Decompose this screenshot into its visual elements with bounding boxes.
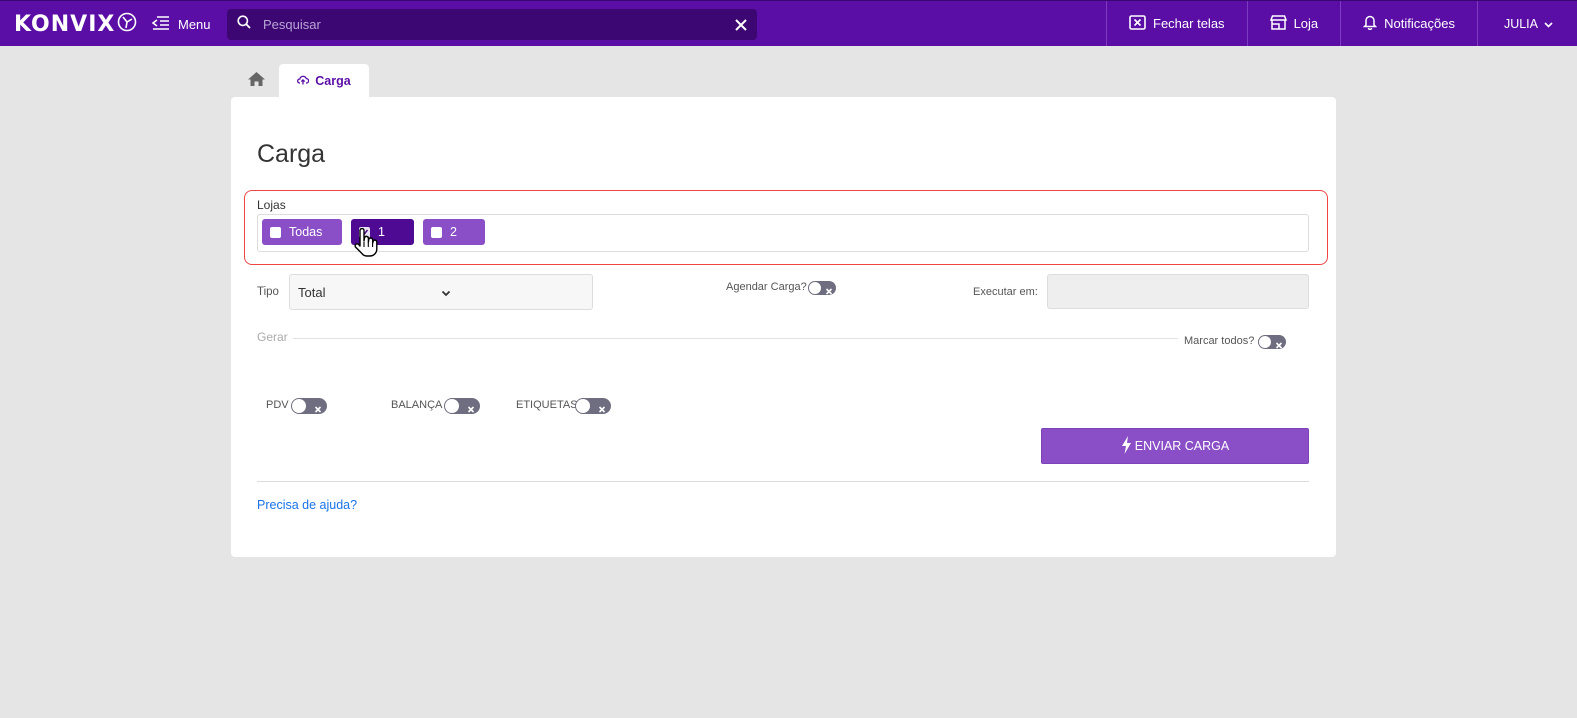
carga-card: Carga Lojas Todas 1 2 Tipo Total Agendar… [231,97,1336,557]
gerar-divider [293,338,1178,339]
marcar-todos-toggle[interactable] [1258,335,1286,349]
tipo-select[interactable]: Total [289,274,593,310]
tab-carga-label: Carga [315,74,351,88]
close-icon [598,401,606,419]
etiquetas-toggle[interactable] [575,398,611,414]
chip-label: Todas [289,225,323,239]
konvix-logo[interactable]: KONVIX [14,10,137,38]
pdv-label: PDV [266,399,289,411]
etiquetas-label: ETIQUETAS [516,399,578,411]
checkbox-2[interactable] [431,226,442,238]
hand-pointer-cursor-icon [353,227,379,263]
top-bar: KONVIX Menu Fechar telas Loja [0,0,1577,46]
lojas-label: Lojas [257,198,286,212]
agendar-carga-toggle[interactable] [808,281,836,295]
page-title: Carga [257,140,326,168]
gerar-label: Gerar [257,330,288,344]
toggle-knob [576,399,590,413]
chip-label: 1 [378,225,385,239]
notificacoes-button[interactable]: Notificações [1340,1,1477,46]
menu-button[interactable]: Menu [151,13,211,35]
fechar-telas-button[interactable]: Fechar telas [1106,1,1247,46]
help-link[interactable]: Precisa de ajuda? [257,498,357,512]
lojas-field [257,214,1309,252]
search-bar[interactable] [227,9,757,40]
loja-button[interactable]: Loja [1246,1,1341,46]
executar-em-label: Executar em: [973,286,1038,298]
close-icon [314,401,322,419]
top-right-actions: Fechar telas Loja Notificações JULIA [1106,1,1577,46]
user-menu[interactable]: JULIA [1476,1,1577,46]
tab-home[interactable] [242,68,270,94]
logo-compass-icon [117,12,137,37]
agendar-carga-label: Agendar Carga? [726,281,807,293]
close-icon [467,401,475,419]
chevron-down-icon [441,285,584,300]
chip-label: 2 [450,225,457,239]
home-icon [247,71,266,92]
tab-carga[interactable]: Carga [279,64,369,98]
loja-label: Loja [1293,16,1319,31]
user-name: JULIA [1503,16,1538,31]
close-icon [1275,337,1283,355]
store-icon [1269,14,1294,33]
checkbox-todas[interactable] [270,226,281,238]
menu-label: Menu [178,16,211,32]
fechar-telas-label: Fechar telas [1153,16,1225,31]
toggle-knob [292,399,306,413]
marcar-todos-label: Marcar todos? [1184,335,1255,347]
search-icon [237,15,251,34]
lightning-icon [1121,435,1135,457]
logo-text: KONVIX [14,11,116,37]
toggle-knob [445,399,459,413]
tipo-value: Total [298,284,326,300]
toggle-knob [809,282,821,294]
pdv-toggle[interactable] [291,398,327,414]
notificacoes-label: Notificações [1384,16,1455,31]
menu-icon [151,15,178,33]
toggle-knob [1259,336,1271,348]
balanca-label: BALANÇA [391,399,443,411]
close-icon [825,283,833,301]
clear-search-icon[interactable] [735,18,747,31]
chevron-down-icon [1538,17,1553,31]
enviar-carga-button[interactable]: ENVIAR CARGA [1041,428,1309,464]
bell-icon [1362,14,1384,33]
cloud-upload-icon [297,74,315,88]
footer-divider [257,481,1309,482]
loja-chip-2[interactable]: 2 [423,219,485,245]
loja-chip-todas[interactable]: Todas [262,219,342,245]
executar-em-input[interactable] [1047,274,1309,309]
search-input[interactable] [261,16,735,33]
enviar-carga-label: ENVIAR CARGA [1134,439,1230,453]
close-window-icon [1129,14,1153,33]
tipo-label: Tipo [257,286,279,298]
balanca-toggle[interactable] [444,398,480,414]
